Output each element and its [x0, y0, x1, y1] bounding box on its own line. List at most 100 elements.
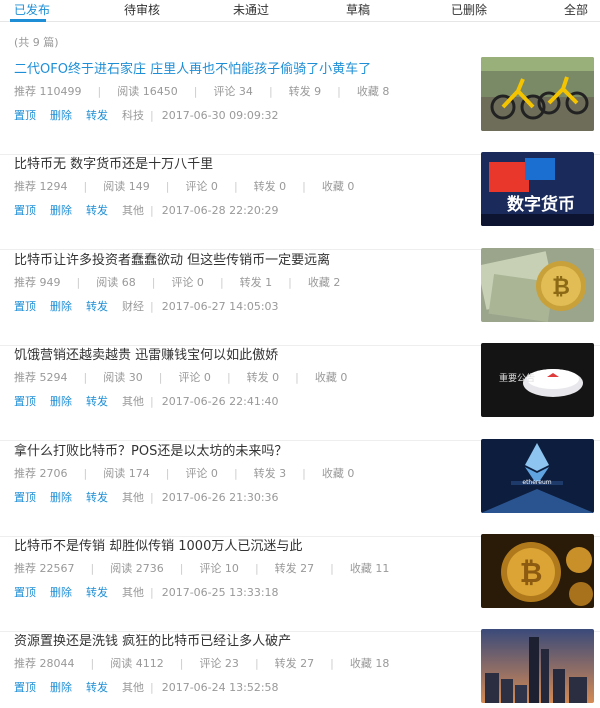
stat-collect: 收藏 11: [349, 562, 390, 575]
article-category: 其他: [122, 395, 144, 408]
forward-button[interactable]: 转发: [86, 300, 108, 313]
stat-collect: 收藏 0: [314, 371, 348, 384]
active-tab-indicator: [10, 19, 46, 22]
tab-all[interactable]: 全部: [564, 1, 588, 18]
stat-collect: 收藏 0: [321, 467, 355, 480]
stat-read: 阅读 4112: [110, 657, 164, 670]
pin-button[interactable]: 置顶: [14, 681, 36, 694]
stat-divider: |: [233, 467, 238, 480]
stat-divider: |: [330, 657, 334, 670]
delete-button[interactable]: 删除: [50, 681, 72, 694]
stat-read: 阅读 149: [103, 180, 150, 193]
pin-button[interactable]: 置顶: [14, 300, 36, 313]
stat-read: 阅读 30: [103, 371, 143, 384]
article-date: 2017-06-24 13:52:58: [161, 681, 279, 694]
article-title[interactable]: 比特币让许多投资者蠢蠢欲动 但这些传销币一定要远离: [14, 249, 330, 268]
delete-button[interactable]: 删除: [50, 109, 72, 122]
stat-divider: |: [295, 371, 299, 384]
pin-button[interactable]: 置顶: [14, 395, 36, 408]
delete-button[interactable]: 删除: [50, 586, 72, 599]
meta-divider: |: [150, 300, 154, 313]
article-actions: 置顶 删除 转发 其他 | 2017-06-26 21:30:36: [14, 489, 279, 505]
article-category: 科技: [122, 109, 144, 122]
article-title[interactable]: 饥饿营销还越卖越贵 迅雷赚钱宝何以如此傲娇: [14, 344, 278, 363]
article-stats: 推荐 2706 | 阅读 174 | 评论 0 | 转发 3 | 收藏 0: [14, 465, 354, 481]
delete-button[interactable]: 删除: [50, 300, 72, 313]
article-date: 2017-06-27 14:05:03: [161, 300, 279, 313]
article-date: 2017-06-25 13:33:18: [161, 586, 279, 599]
article-actions: 置顶 删除 转发 财经 | 2017-06-27 14:05:03: [14, 298, 279, 314]
forward-button[interactable]: 转发: [86, 681, 108, 694]
forward-button[interactable]: 转发: [86, 586, 108, 599]
article-title[interactable]: 比特币不是传销 却胜似传销 1000万人已沉迷与此: [14, 535, 302, 554]
article-category: 财经: [122, 300, 144, 313]
stat-share: 转发 27: [274, 657, 315, 670]
tab-deleted[interactable]: 已删除: [451, 1, 487, 18]
stat-divider: |: [268, 85, 273, 98]
tab-published[interactable]: 已发布: [14, 1, 50, 18]
pin-button[interactable]: 置顶: [14, 204, 36, 217]
forward-button[interactable]: 转发: [86, 204, 108, 217]
article-stats: 推荐 28044 | 阅读 4112 | 评论 23 | 转发 27 | 收藏 18: [14, 655, 389, 671]
meta-divider: |: [150, 586, 154, 599]
stat-divider: |: [158, 371, 163, 384]
article-thumbnail[interactable]: 数字货币: [481, 152, 594, 226]
stat-collect: 收藏 0: [321, 180, 355, 193]
stat-recommend: 推荐 110499: [14, 85, 82, 98]
article-item: 二代OFO终于进石家庄 庄里人再也不怕能孩子偷骑了小黄车了推荐 110499 | 阅…: [0, 57, 600, 155]
stat-divider: |: [83, 180, 88, 193]
article-thumbnail[interactable]: [481, 57, 594, 131]
forward-button[interactable]: 转发: [86, 109, 108, 122]
article-actions: 置顶 删除 转发 其他 | 2017-06-28 22:20:29: [14, 202, 279, 218]
article-title[interactable]: 二代OFO终于进石家庄 庄里人再也不怕能孩子偷骑了小黄车了: [14, 58, 371, 77]
stat-divider: |: [83, 371, 88, 384]
article-stats: 推荐 1294 | 阅读 149 | 评论 0 | 转发 0 | 收藏 0: [14, 178, 354, 194]
article-thumbnail[interactable]: 重要公告: [481, 343, 594, 417]
tab-drafts[interactable]: 草稿: [346, 1, 370, 18]
meta-divider: |: [150, 395, 154, 408]
article-stats: 推荐 110499 | 阅读 16450 | 评论 34 | 转发 9 | 收藏 8: [14, 83, 389, 99]
stat-share: 转发 1: [239, 276, 273, 289]
article-actions: 置顶 删除 转发 科技 | 2017-06-30 09:09:32: [14, 107, 279, 123]
pin-button[interactable]: 置顶: [14, 586, 36, 599]
stat-recommend: 推荐 28044: [14, 657, 75, 670]
article-stats: 推荐 949 | 阅读 68 | 评论 0 | 转发 1 | 收藏 2: [14, 274, 340, 290]
stat-recommend: 推荐 1294: [14, 180, 68, 193]
forward-button[interactable]: 转发: [86, 491, 108, 504]
svg-text:₿: ₿: [520, 556, 543, 589]
article-title[interactable]: 资源置换还是洗钱 疯狂的比特币已经让多人破产: [14, 630, 291, 649]
article-thumbnail[interactable]: ₿: [481, 534, 594, 608]
tab-rejected[interactable]: 未通过: [233, 1, 269, 18]
article-title[interactable]: 拿什么打败比特币？POS还是以太坊的未来吗？: [14, 440, 287, 459]
forward-button[interactable]: 转发: [86, 395, 108, 408]
stat-divider: |: [179, 657, 184, 670]
article-date: 2017-06-28 22:20:29: [161, 204, 279, 217]
delete-button[interactable]: 删除: [50, 204, 72, 217]
stat-divider: |: [97, 85, 102, 98]
stat-read: 阅读 2736: [110, 562, 164, 575]
article-thumbnail[interactable]: ethereum: [481, 439, 594, 513]
article-thumbnail[interactable]: [481, 629, 594, 703]
delete-button[interactable]: 删除: [50, 395, 72, 408]
pin-button[interactable]: 置顶: [14, 109, 36, 122]
stat-divider: |: [83, 467, 88, 480]
article-thumbnail[interactable]: ₿: [481, 248, 594, 322]
article-date: 2017-06-30 09:09:32: [161, 109, 279, 122]
svg-text:重要公告: 重要公告: [499, 372, 535, 384]
article-title[interactable]: 比特币无 数字货币还是十万八千里: [14, 153, 213, 172]
article-item: 饥饿营销还越卖越贵 迅雷赚钱宝何以如此傲娇 推荐 5294 | 阅读 30 | 评论 0 |…: [0, 343, 600, 441]
stat-collect: 收藏 8: [356, 85, 390, 98]
meta-divider: |: [150, 491, 154, 504]
stat-read: 阅读 68: [96, 276, 136, 289]
article-category: 其他: [122, 204, 144, 217]
tab-pending-review[interactable]: 待审核: [124, 1, 160, 18]
article-item: 比特币不是传销 却胜似传销 1000万人已沉迷与此 推荐 22567 | 阅读 273…: [0, 534, 600, 632]
stat-divider: |: [302, 180, 306, 193]
stat-comment: 评论 10: [199, 562, 239, 575]
delete-button[interactable]: 删除: [50, 491, 72, 504]
status-tabs: 已发布 待审核 未通过 草稿 已删除 全部: [0, 0, 600, 22]
pin-button[interactable]: 置顶: [14, 491, 36, 504]
stat-read: 阅读 16450: [117, 85, 178, 98]
stat-divider: |: [219, 276, 224, 289]
stat-divider: |: [302, 467, 306, 480]
